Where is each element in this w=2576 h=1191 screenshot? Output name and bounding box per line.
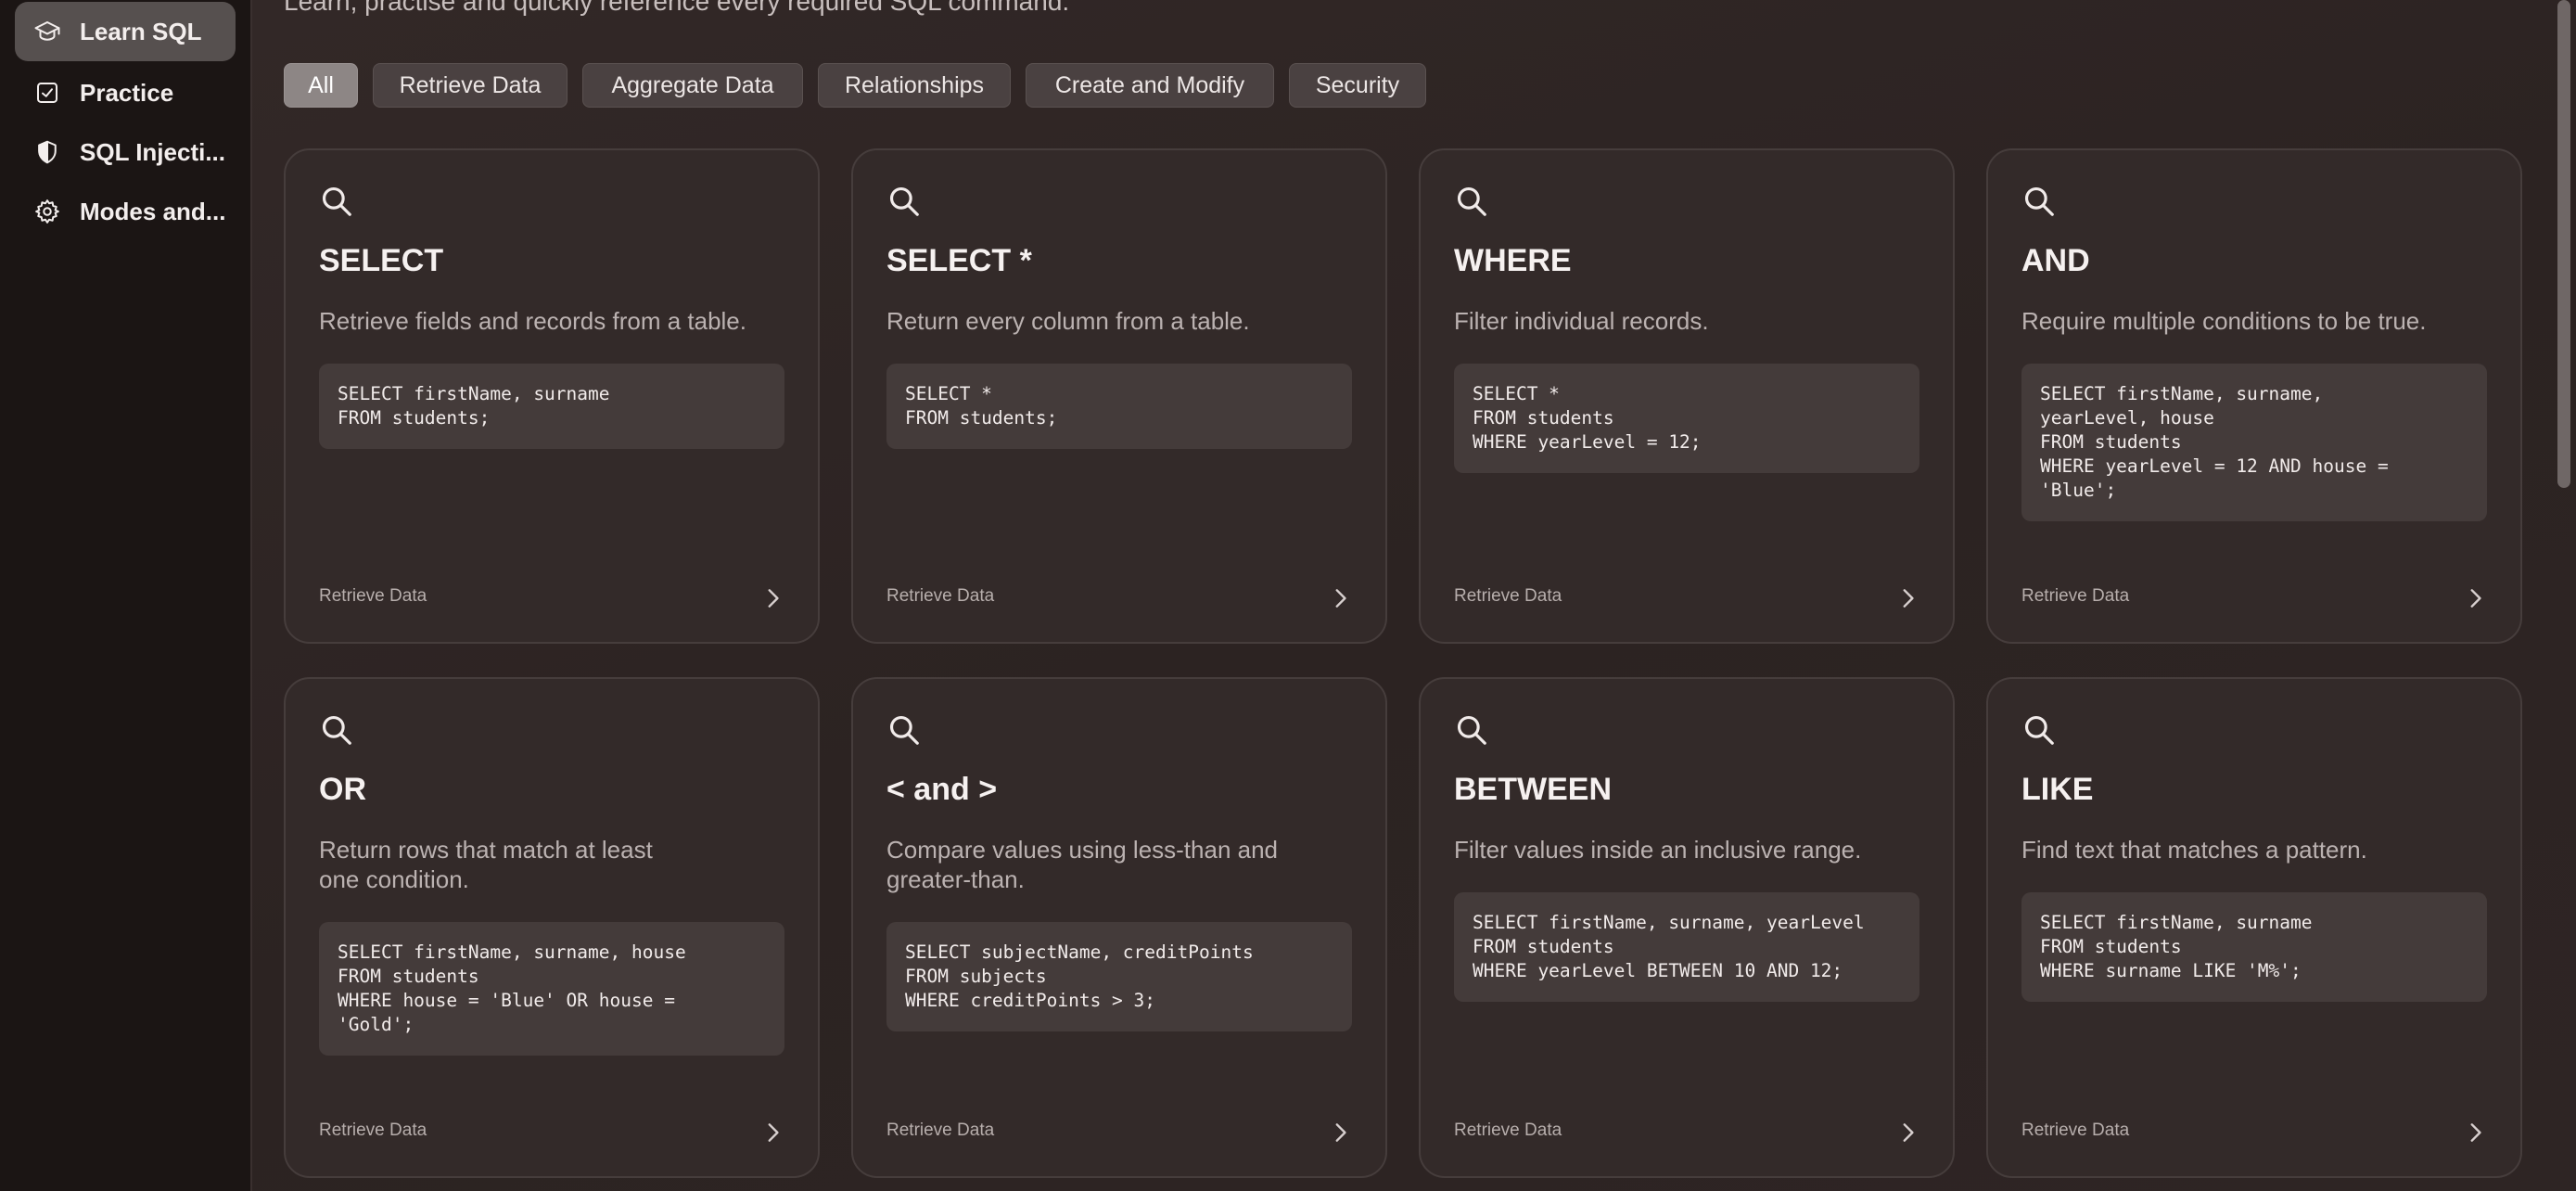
code-example: SELECT firstName, surname, yearLevel FRO… — [1454, 892, 1919, 1002]
search-icon — [319, 712, 354, 748]
chevron-right-icon — [760, 586, 784, 610]
filter-security[interactable]: Security — [1289, 63, 1426, 108]
category-label: Retrieve Data — [886, 586, 995, 606]
command-card-and[interactable]: AND Require multiple conditions to be tr… — [1986, 148, 2522, 644]
page-subtitle: Learn, practise and quickly reference ev… — [284, 0, 1070, 16]
code-example: SELECT subjectName, creditPoints FROM su… — [886, 922, 1352, 1031]
filter-create-and-modify[interactable]: Create and Modify — [1026, 63, 1274, 108]
command-title: LIKE — [2021, 772, 2094, 807]
command-card-select[interactable]: SELECT Retrieve fields and records from … — [284, 148, 820, 644]
search-icon — [1454, 184, 1489, 219]
command-card-select-all[interactable]: SELECT * Return every column from a tabl… — [851, 148, 1387, 644]
filter-aggregate-data[interactable]: Aggregate Data — [582, 63, 803, 108]
chevron-right-icon — [1328, 586, 1352, 610]
command-title: SELECT * — [886, 243, 1032, 278]
command-description: Compare values using less-than and great… — [886, 836, 1279, 893]
sidebar-item-modes[interactable]: Modes and... — [15, 182, 236, 241]
sidebar-item-sql-injection[interactable]: SQL Injecti... — [15, 122, 236, 182]
category-label: Retrieve Data — [319, 586, 427, 606]
sidebar-item-learn-sql[interactable]: Learn SQL — [15, 2, 236, 61]
command-description: Filter values inside an inclusive range. — [1454, 836, 1862, 864]
command-description: Find text that matches a pattern. — [2021, 836, 2367, 864]
command-card-comparison[interactable]: < and > Compare values using less-than a… — [851, 677, 1387, 1178]
code-example: SELECT firstName, surname FROM students; — [319, 364, 784, 449]
filter-all[interactable]: All — [284, 63, 358, 108]
command-title: WHERE — [1454, 243, 1572, 278]
code-example: SELECT firstName, surname, house FROM st… — [319, 922, 784, 1056]
shield-icon — [33, 138, 61, 166]
checkbox-icon — [33, 79, 61, 107]
code-example: SELECT * FROM students; — [886, 364, 1352, 449]
sidebar-item-label: Practice — [80, 78, 174, 107]
gear-icon — [33, 198, 61, 225]
command-description: Retrieve fields and records from a table… — [319, 307, 746, 335]
chevron-right-icon — [2463, 1121, 2487, 1145]
search-icon — [1454, 712, 1489, 748]
chevron-right-icon — [2463, 586, 2487, 610]
command-title: SELECT — [319, 243, 444, 278]
category-label: Retrieve Data — [886, 1121, 995, 1140]
command-card-where[interactable]: WHERE Filter individual records. SELECT … — [1419, 148, 1955, 644]
sidebar-item-label: Learn SQL — [80, 17, 202, 45]
search-icon — [886, 184, 922, 219]
graduation-cap-icon — [33, 18, 61, 45]
chevron-right-icon — [1895, 1121, 1919, 1145]
main-content: Learn, practise and quickly reference ev… — [252, 0, 2576, 1191]
command-card-or[interactable]: OR Return rows that match at least one c… — [284, 677, 820, 1178]
command-card-between[interactable]: BETWEEN Filter values inside an inclusiv… — [1419, 677, 1955, 1178]
filter-relationships[interactable]: Relationships — [818, 63, 1011, 108]
code-example: SELECT firstName, surname, yearLevel, ho… — [2021, 364, 2487, 521]
sidebar-item-label: Modes and... — [80, 197, 226, 225]
command-title: BETWEEN — [1454, 772, 1612, 807]
command-description: Return every column from a table. — [886, 307, 1250, 335]
command-description: Return rows that match at least one cond… — [319, 836, 653, 893]
scrollbar-thumb[interactable] — [2557, 0, 2570, 488]
sidebar-item-label: SQL Injecti... — [80, 137, 226, 166]
search-icon — [319, 184, 354, 219]
chevron-right-icon — [1328, 1121, 1352, 1145]
category-label: Retrieve Data — [319, 1121, 427, 1140]
category-label: Retrieve Data — [1454, 586, 1562, 606]
search-icon — [886, 712, 922, 748]
sidebar: Learn SQL Practice SQL Injecti... Modes … — [0, 0, 252, 1191]
command-title: AND — [2021, 243, 2090, 278]
command-card-like[interactable]: LIKE Find text that matches a pattern. S… — [1986, 677, 2522, 1178]
category-label: Retrieve Data — [2021, 1121, 2130, 1140]
code-example: SELECT firstName, surname FROM students … — [2021, 892, 2487, 1002]
app-window: Learn SQL Practice SQL Injecti... Modes … — [0, 0, 2576, 1191]
search-icon — [2021, 712, 2057, 748]
command-description: Require multiple conditions to be true. — [2021, 307, 2427, 335]
category-label: Retrieve Data — [2021, 586, 2130, 606]
category-label: Retrieve Data — [1454, 1121, 1562, 1140]
filter-retrieve-data[interactable]: Retrieve Data — [373, 63, 567, 108]
chevron-right-icon — [1895, 586, 1919, 610]
command-description: Filter individual records. — [1454, 307, 1709, 335]
command-title: OR — [319, 772, 366, 807]
code-example: SELECT * FROM students WHERE yearLevel =… — [1454, 364, 1919, 473]
sidebar-item-practice[interactable]: Practice — [15, 63, 236, 122]
chevron-right-icon — [760, 1121, 784, 1145]
command-title: < and > — [886, 772, 998, 807]
search-icon — [2021, 184, 2057, 219]
